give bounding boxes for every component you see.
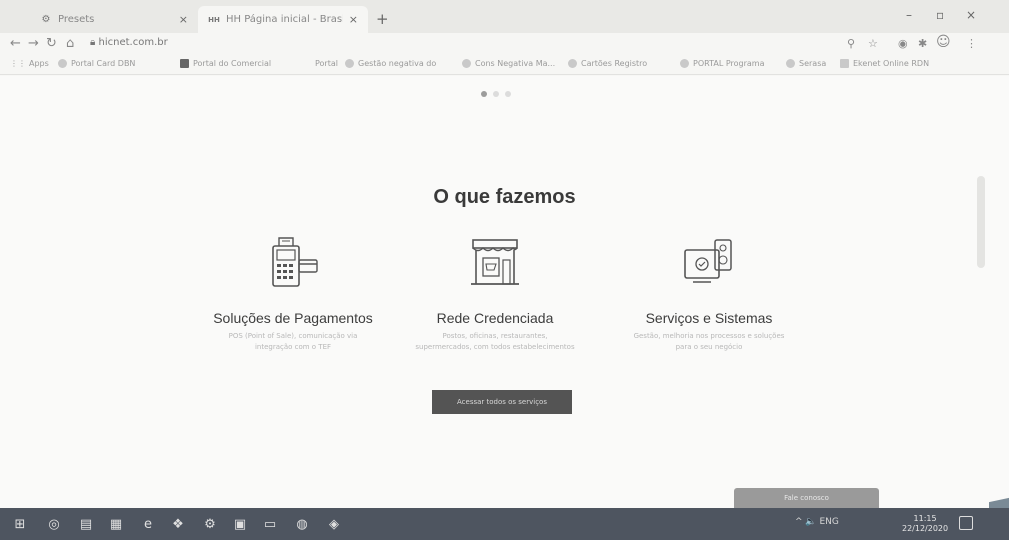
storefront-icon [471,239,519,285]
gear-icon: ⚙ [41,14,51,25]
service-payments: Soluções de Pagamentos POS (Point of Sal… [198,234,388,353]
folder-icon[interactable]: ▭ [262,516,278,532]
bookmark-icon [680,59,689,68]
apps-grid-icon: ⋮⋮ [10,59,26,68]
section-title: O que fazemos [433,186,576,208]
lock-icon: 🔒︎ [90,37,96,48]
carousel-dot[interactable] [505,91,511,97]
puzzle-icon[interactable]: ✱ [918,37,927,50]
minimize-icon[interactable]: – [906,8,912,22]
close-icon[interactable]: × [349,13,358,26]
bookmark-icon [180,59,189,68]
bookmark-item[interactable]: Portal do Comercial [180,59,271,68]
all-services-button[interactable]: Acessar todos os serviços [432,390,572,414]
service-network: Rede Credenciada Postos, oficinas, resta… [400,234,590,353]
carousel-dot[interactable] [481,91,487,97]
clock-date: 22/12/2020 [902,524,949,533]
bookmark-icon [786,59,795,68]
windows-start-icon[interactable]: ⊞ [12,516,28,532]
task-view-icon[interactable]: ▤ [78,516,94,532]
menu-icon[interactable]: ⋮ [966,37,977,50]
bookmark-item[interactable]: Ekenet Online RDN [840,59,929,68]
store-icon[interactable]: ▦ [108,516,124,532]
systems-screen-icon [684,239,732,283]
carousel-dot[interactable] [493,91,499,97]
payment-terminal-icon [272,237,318,287]
hh-icon: HH [208,15,220,24]
bookmark-item[interactable]: Gestão negativa do [345,59,436,68]
bookmark-item[interactable]: PORTAL Programa [680,59,765,68]
service-description: Gestão, melhoria nos processos e soluçõe… [633,332,785,351]
new-tab-button[interactable]: + [376,10,389,28]
settings-icon[interactable]: ⚙ [202,516,218,532]
bookmark-item[interactable]: Serasa [786,59,826,68]
search-icon[interactable]: ⚲ [847,37,855,50]
extension-icon[interactable]: ◉ [898,37,908,50]
bookmarks-bar: ⋮⋮ Apps Portal Card DBN Portal do Comerci… [0,55,1009,75]
reload-icon[interactable]: ↻ [46,36,57,51]
bookmark-icon [345,59,354,68]
bookmark-item[interactable]: Cons Negativa Ma... [462,59,555,68]
carousel-dots [481,91,511,97]
browser-tab-strip: ⚙ Presets × HH HH Página inicial - Brasi… [0,0,1009,33]
service-description: POS (Point of Sale), comunicação via int… [228,332,358,351]
clock-time: 11:15 [913,514,937,523]
maximize-icon[interactable]: ▫ [936,8,944,22]
app-icon[interactable]: ❖ [170,516,186,532]
browser-tab-home[interactable]: HH HH Página inicial - Brasil × [198,6,368,33]
service-title: Serviços e Sistemas [645,310,773,326]
windows-taskbar: ⊞ ◎ ▤ ▦ e ❖ ⚙ ▣ ▭ ◍ ◈ ^ 🔈 ENG 11:15 22/1… [0,508,1009,540]
clock[interactable]: 11:15 22/12/2020 [902,514,948,534]
bookmark-item[interactable]: Portal Card DBN [58,59,135,68]
bookmark-icon [462,59,471,68]
address-bar[interactable]: 🔒︎ hicnet.com.br [90,37,168,48]
notification-icon[interactable] [959,516,973,530]
tab-label: Presets [58,14,95,25]
page-content: O que fazemos Soluções de Pagamentos POS… [0,76,1009,521]
close-window-icon[interactable]: × [966,8,976,22]
service-title: Soluções de Pagamentos [213,310,373,326]
forward-icon[interactable]: → [28,36,39,51]
browser-toolbar: ← → ↻ ⌂ 🔒︎ hicnet.com.br ⚲ ☆ ◉ ✱ ☺ ⋮ [0,33,1009,55]
outlook-icon[interactable]: ▣ [232,516,248,532]
app-icon[interactable]: ◈ [326,516,342,532]
bookmark-icon [840,59,849,68]
back-icon[interactable]: ← [10,36,21,51]
tab-label: HH Página inicial - Brasil [226,14,343,25]
bookmark-icon [568,59,577,68]
chat-button[interactable]: Fale conosco [734,488,879,508]
bookmark-item[interactable]: Cartões Registro [568,59,647,68]
browser-tab-presets[interactable]: ⚙ Presets × [30,6,198,33]
profile-icon[interactable]: ☺ [936,34,951,50]
bookmark-icon [58,59,67,68]
star-icon[interactable]: ☆ [868,37,878,50]
bookmark-apps[interactable]: ⋮⋮ Apps [10,59,49,68]
close-icon[interactable]: × [179,13,188,26]
chrome-icon[interactable]: ◍ [294,516,310,532]
system-tray[interactable]: ^ 🔈 ENG [795,517,839,527]
address-text: hicnet.com.br [98,37,168,48]
service-description: Postos, oficinas, restaurantes, supermer… [415,332,575,351]
service-title: Rede Credenciada [436,310,554,326]
search-icon[interactable]: ◎ [46,516,62,532]
home-icon[interactable]: ⌂ [66,36,74,51]
bookmark-item[interactable]: Portal [315,59,338,68]
service-systems: Serviços e Sistemas Gestão, melhoria nos… [614,234,804,353]
edge-icon[interactable]: e [140,516,156,532]
